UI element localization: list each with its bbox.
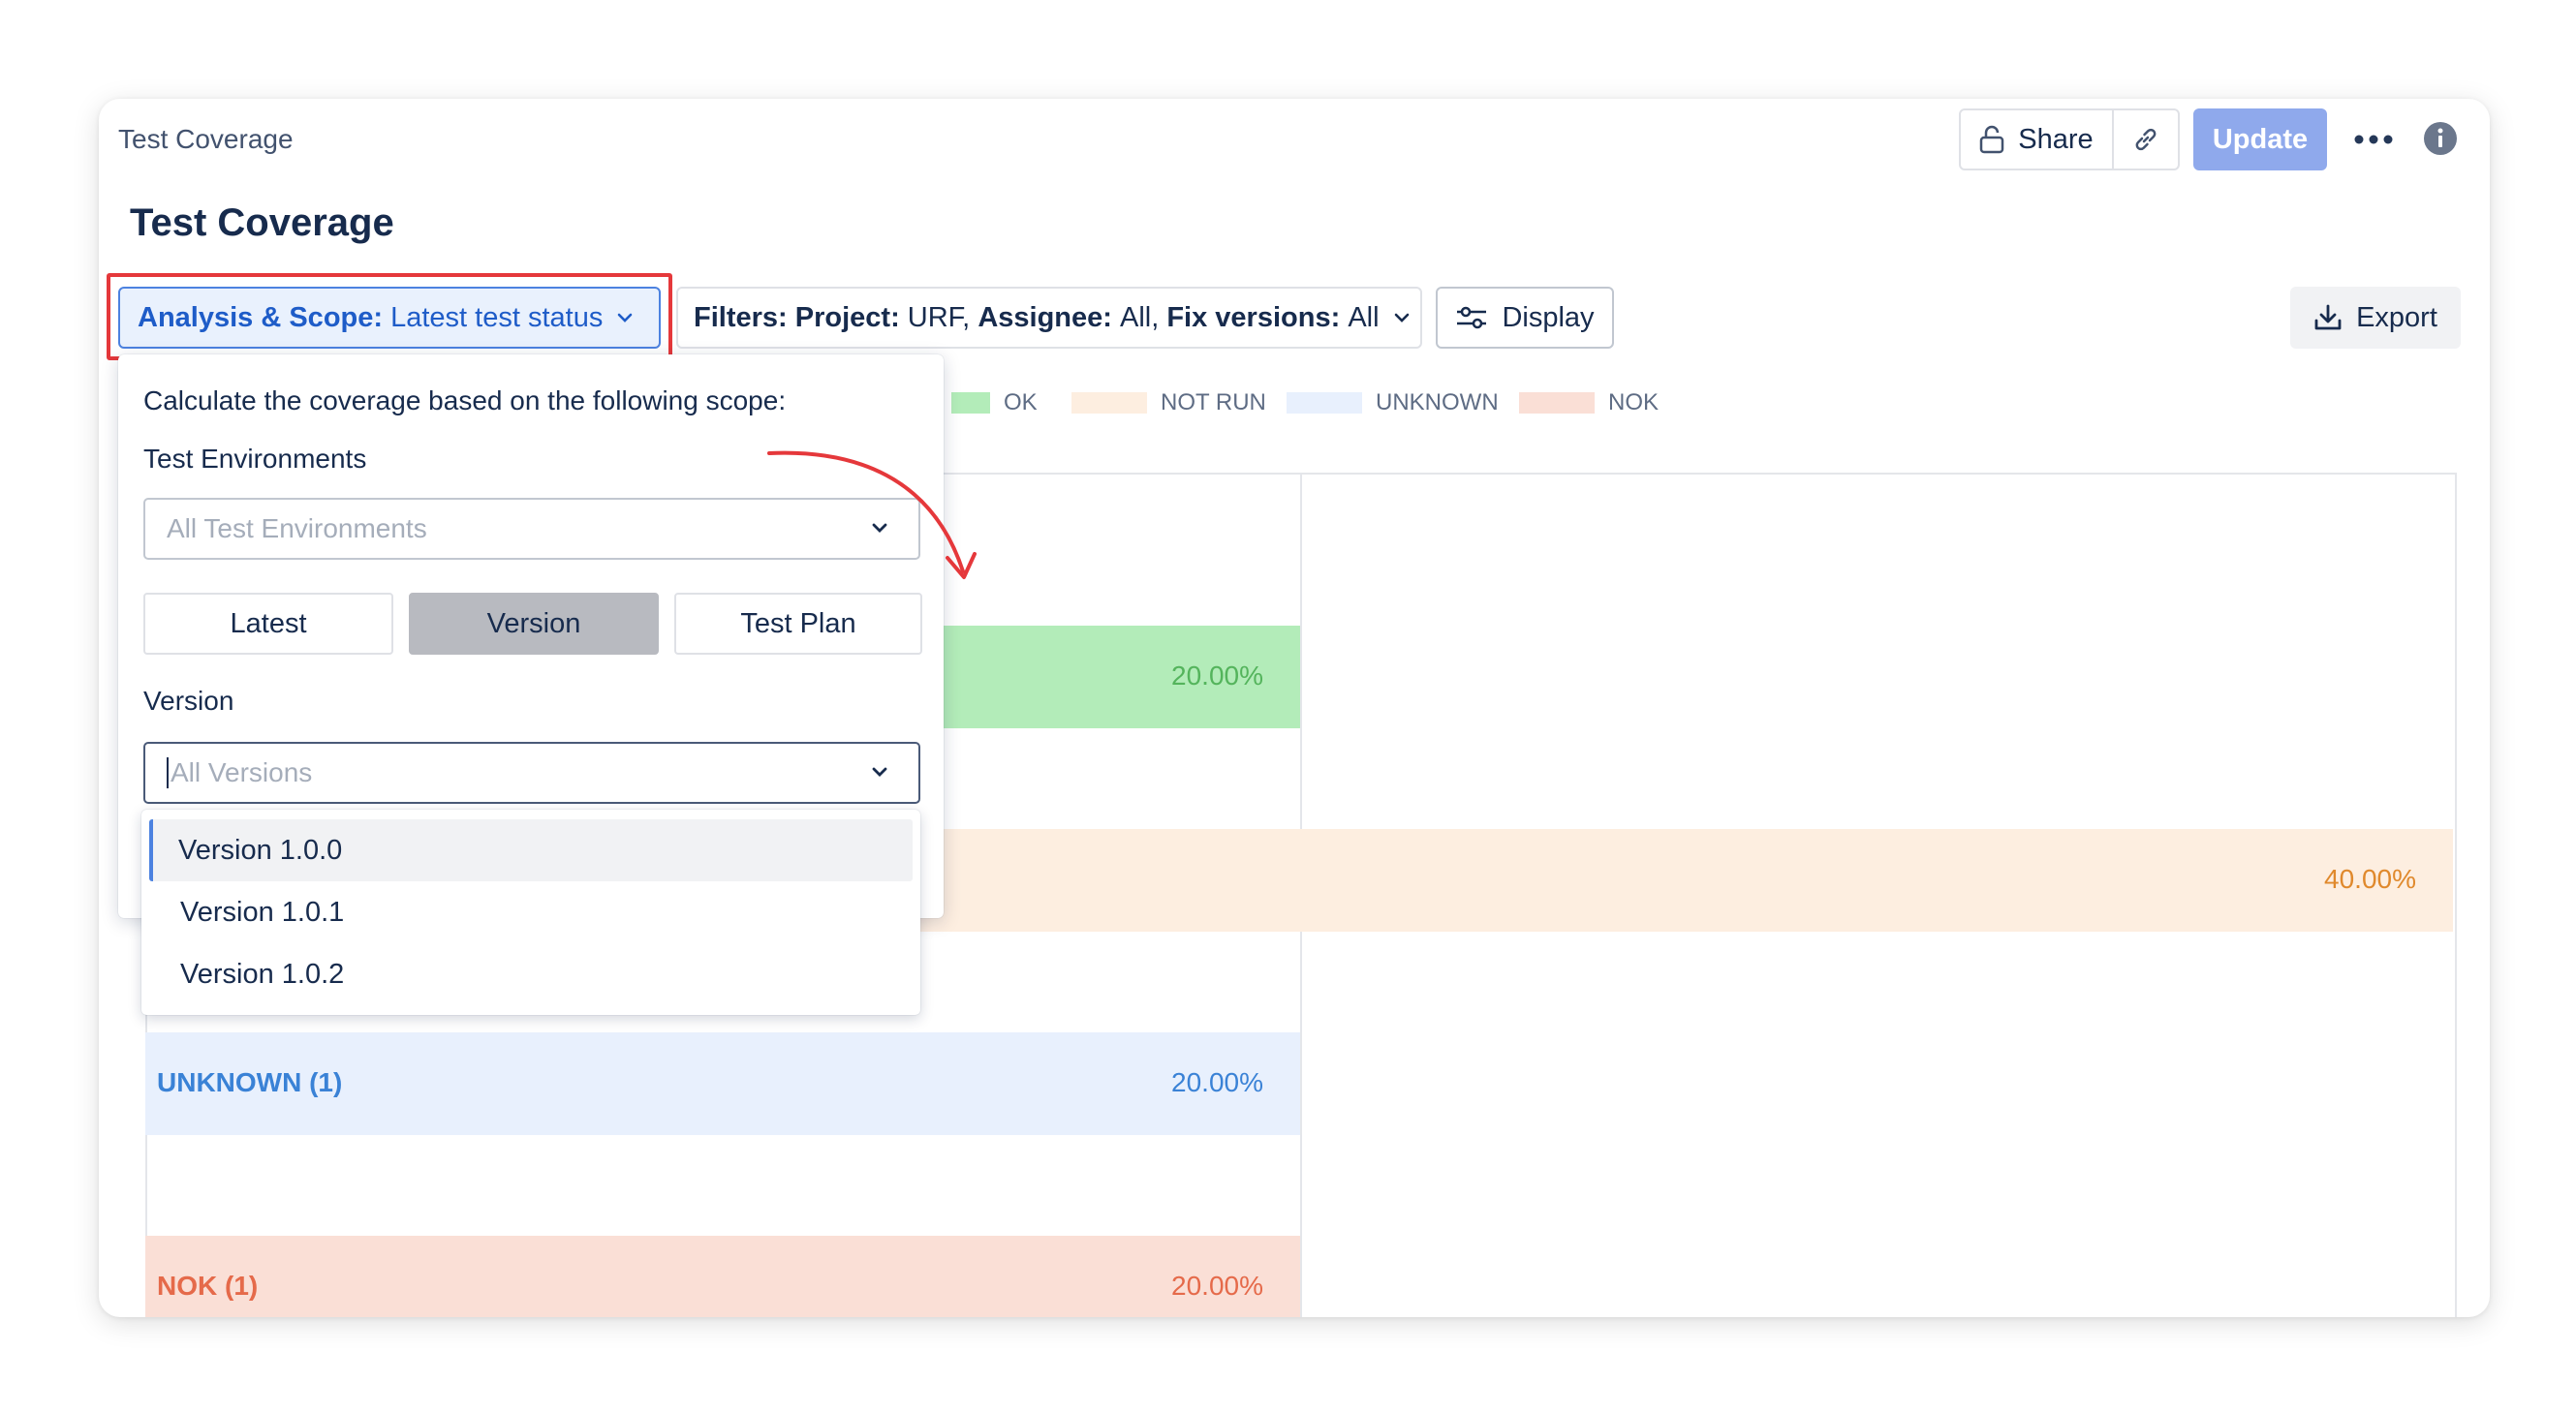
chart-bar-value: 20.00% <box>1171 1067 1263 1097</box>
scope-description: Calculate the coverage based on the foll… <box>143 385 787 415</box>
legend-label-nok: NOK <box>1608 389 1660 415</box>
filters-prefix: Filters: <box>694 301 788 333</box>
share-button[interactable]: Share <box>1961 110 2114 169</box>
link-icon <box>2135 128 2157 151</box>
legend-item-unknown: UNKNOWN <box>1287 389 1499 416</box>
test-environments-placeholder: All Test Environments <box>167 513 427 543</box>
filter-assignee-key: Assignee: <box>978 301 1112 333</box>
legend-swatch-nok <box>1519 392 1595 414</box>
chart-bar-value: 40.00% <box>2324 864 2416 894</box>
mode-version-button[interactable]: Version <box>409 593 659 655</box>
version-options-list: Version 1.0.0 Version 1.0.1 Version 1.0.… <box>141 810 920 1015</box>
share-button-group: Share <box>1959 108 2180 170</box>
chart-bar-label: NOK (1) <box>157 1271 259 1301</box>
share-label: Share <box>2018 123 2094 155</box>
filter-assignee-value: All, <box>1119 301 1160 333</box>
update-button[interactable]: Update <box>2193 108 2327 170</box>
version-label: Version <box>143 686 234 716</box>
filter-fixversions-value: All <box>1348 301 1380 333</box>
version-option[interactable]: Version 1.0.0 <box>149 819 913 881</box>
legend-label-not-run: NOT RUN <box>1161 389 1266 415</box>
display-button[interactable]: Display <box>1436 287 1614 349</box>
sliders-icon <box>1457 306 1487 329</box>
info-icon[interactable] <box>2422 120 2459 157</box>
filter-project-value: URF, <box>907 301 971 333</box>
legend-label-ok: OK <box>1004 389 1038 415</box>
test-environments-label: Test Environments <box>143 444 367 474</box>
chart-bar <box>145 1236 1300 1317</box>
chart-bar-label: UNKNOWN (1) <box>157 1067 343 1097</box>
version-option[interactable]: Version 1.0.1 <box>149 881 913 943</box>
download-icon <box>2314 304 2342 330</box>
chart-bar-value: 20.00% <box>1171 660 1263 691</box>
legend-swatch-not-run <box>1071 392 1147 414</box>
annotation-arrow-icon <box>767 450 977 579</box>
version-option[interactable]: Version 1.0.2 <box>149 943 913 1005</box>
version-placeholder: All Versions <box>171 757 313 787</box>
legend-item-ok: OK <box>951 389 1038 416</box>
filter-project-key: Project: <box>794 301 900 333</box>
chevron-down-icon <box>872 767 887 777</box>
copy-link-button[interactable] <box>2114 110 2178 169</box>
legend-item-not-run: NOT RUN <box>1071 389 1266 416</box>
text-caret <box>167 757 169 788</box>
chart-frame-right <box>2455 473 2457 1317</box>
version-select[interactable]: All Versions <box>143 742 920 804</box>
filter-fixversions-key: Fix versions: <box>1166 301 1341 333</box>
legend-label-unknown: UNKNOWN <box>1376 389 1499 415</box>
mode-test-plan-button[interactable]: Test Plan <box>674 593 922 655</box>
unlock-icon <box>1980 125 2004 154</box>
legend-item-nok: NOK <box>1519 389 1659 416</box>
more-actions-icon[interactable] <box>2348 120 2399 159</box>
legend-swatch-ok <box>951 392 990 414</box>
display-label: Display <box>1502 301 1595 333</box>
page-title: Test Coverage <box>130 201 394 244</box>
annotation-highlight-box <box>107 273 672 360</box>
export-label: Export <box>2356 301 2437 333</box>
mode-latest-button[interactable]: Latest <box>143 593 393 655</box>
chart-bar-value: 20.00% <box>1171 1271 1263 1301</box>
test-coverage-window: Test Coverage Share Update Test Coverage… <box>99 99 2490 1317</box>
window-title: Test Coverage <box>118 124 294 154</box>
legend-swatch-unknown <box>1287 392 1362 414</box>
filters-button[interactable]: Filters: Project: URF, Assignee: All, Fi… <box>676 287 1422 349</box>
chevron-down-icon <box>1394 313 1409 323</box>
export-button[interactable]: Export <box>2290 287 2461 349</box>
